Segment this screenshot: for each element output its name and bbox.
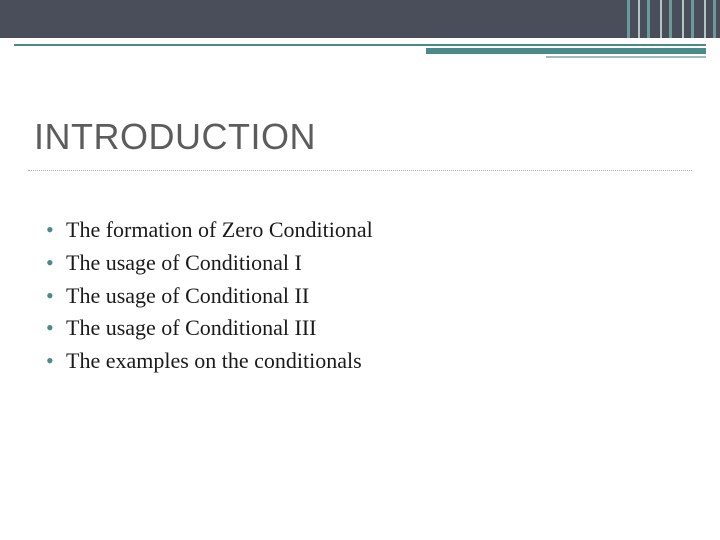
header-band xyxy=(0,0,720,38)
bullet-list: The formation of Zero Conditional The us… xyxy=(28,215,692,377)
list-item: The usage of Conditional III xyxy=(46,313,692,344)
accent-line-full xyxy=(14,44,706,46)
accent-line-right-thin xyxy=(546,56,706,58)
list-item: The formation of Zero Conditional xyxy=(46,215,692,246)
slide-title: INTRODUCTION xyxy=(28,116,692,171)
list-item: The examples on the conditionals xyxy=(46,346,692,377)
slide-content: INTRODUCTION The formation of Zero Condi… xyxy=(0,38,720,377)
accent-line-right-thick xyxy=(426,48,706,54)
list-item: The usage of Conditional I xyxy=(46,248,692,279)
list-item: The usage of Conditional II xyxy=(46,281,692,312)
